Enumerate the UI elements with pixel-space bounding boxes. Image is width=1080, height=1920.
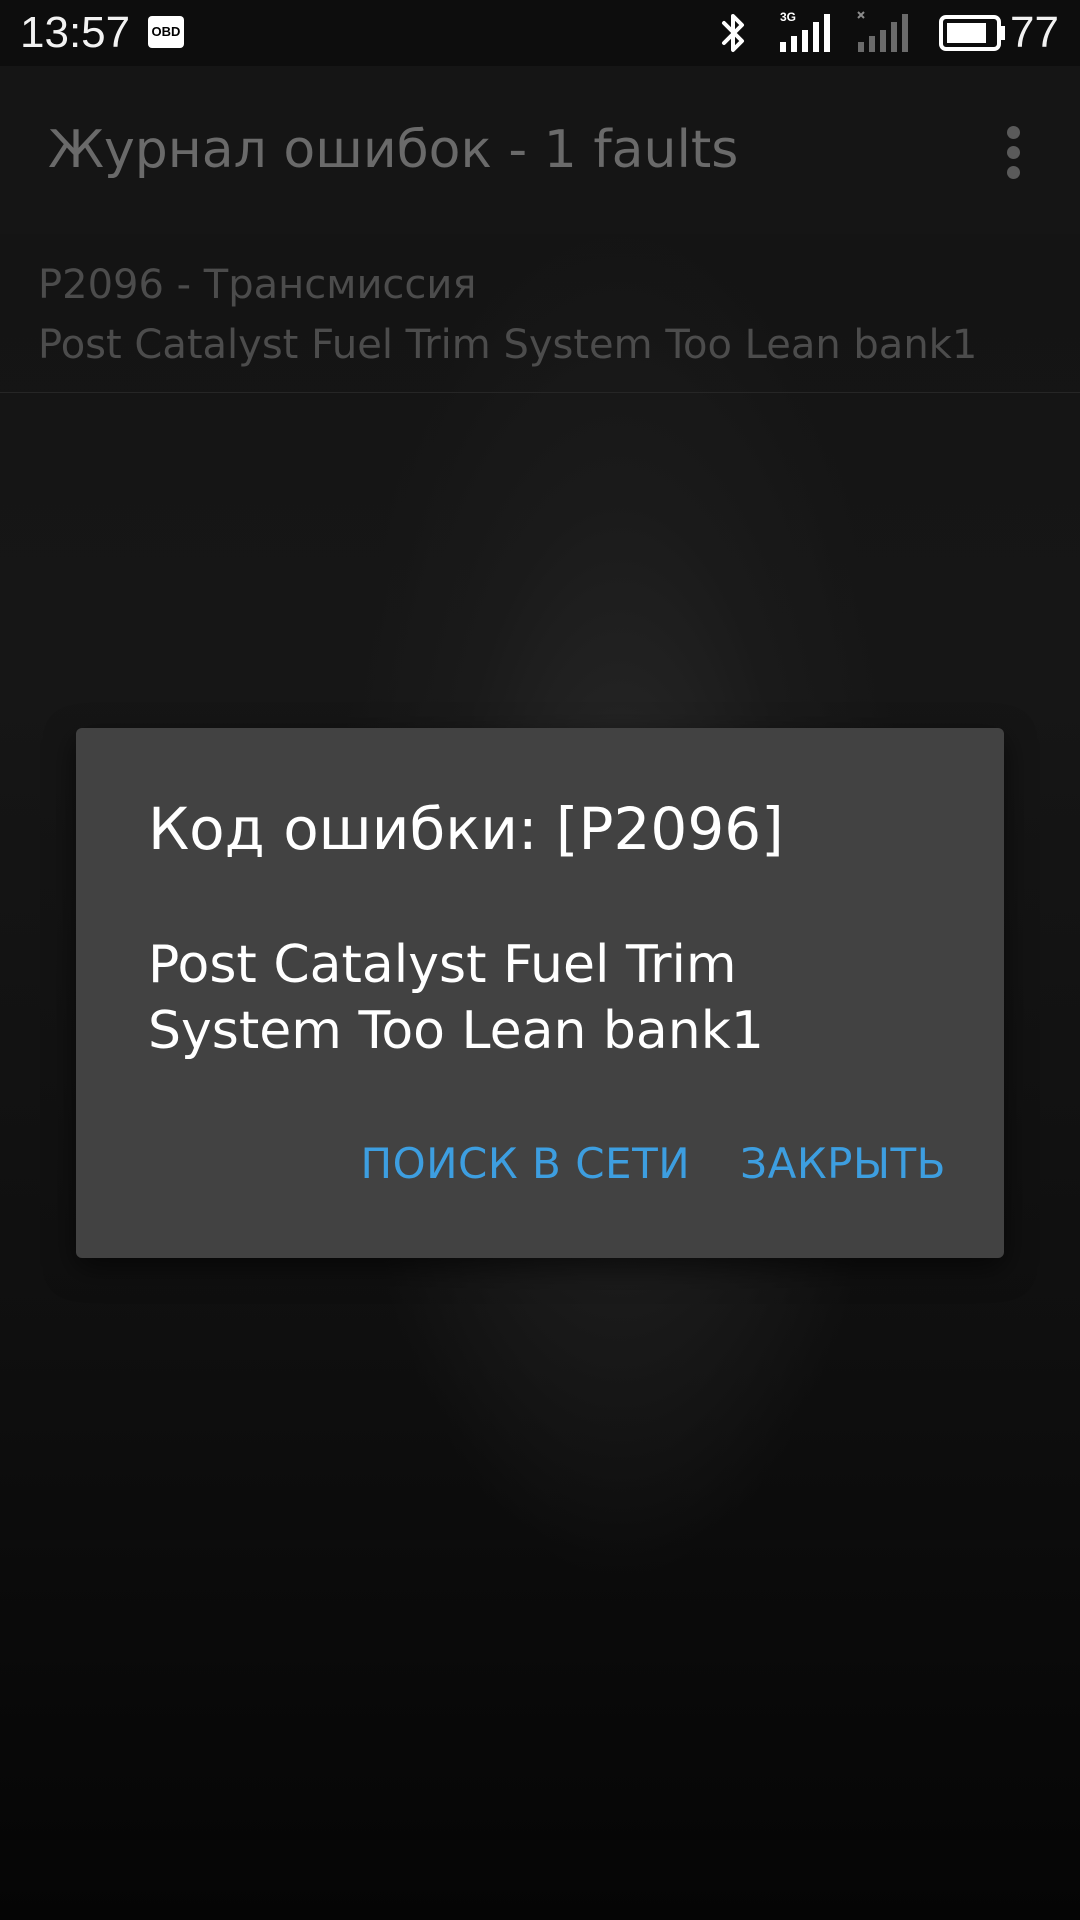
dialog-button-bar: ПОИСК В СЕТИ ЗАКРЫТЬ	[361, 1124, 947, 1204]
fault-description: Post Catalyst Fuel Trim System Too Lean …	[38, 322, 978, 368]
battery-percent: 77	[1010, 8, 1059, 57]
status-time: 13:57	[20, 8, 131, 57]
fault-list: P2096 - Трансмиссия Post Catalyst Fuel T…	[0, 234, 1080, 393]
battery-icon	[939, 15, 1005, 51]
app-screen: 13:57 OBD 3G 77 Журнал ошибок - 1 faults…	[0, 0, 1080, 1920]
dialog-message: Post Catalyst Fuel Trim System Too Lean …	[148, 935, 764, 1061]
status-bar: 13:57 OBD 3G 77	[0, 0, 1080, 66]
page-title: Журнал ошибок - 1 faults	[48, 120, 739, 180]
signal-3g-icon: 3G	[778, 10, 838, 54]
bluetooth-icon	[722, 14, 744, 52]
fault-code-title: P2096 - Трансмиссия	[38, 262, 477, 308]
search-online-button[interactable]: ПОИСК В СЕТИ	[361, 1134, 691, 1194]
dialog-title: Код ошибки: [P2096]	[148, 795, 784, 863]
signal-no-service-icon	[857, 11, 908, 52]
list-item[interactable]: P2096 - Трансмиссия Post Catalyst Fuel T…	[0, 234, 1080, 393]
obd-notification-icon: OBD	[148, 16, 184, 48]
overflow-menu-icon[interactable]	[990, 120, 1038, 184]
close-button[interactable]: ЗАКРЫТЬ	[740, 1134, 946, 1194]
action-bar: Журнал ошибок - 1 faults	[0, 66, 1080, 234]
fault-dialog: Код ошибки: [P2096] Post Catalyst Fuel T…	[76, 728, 1004, 1258]
